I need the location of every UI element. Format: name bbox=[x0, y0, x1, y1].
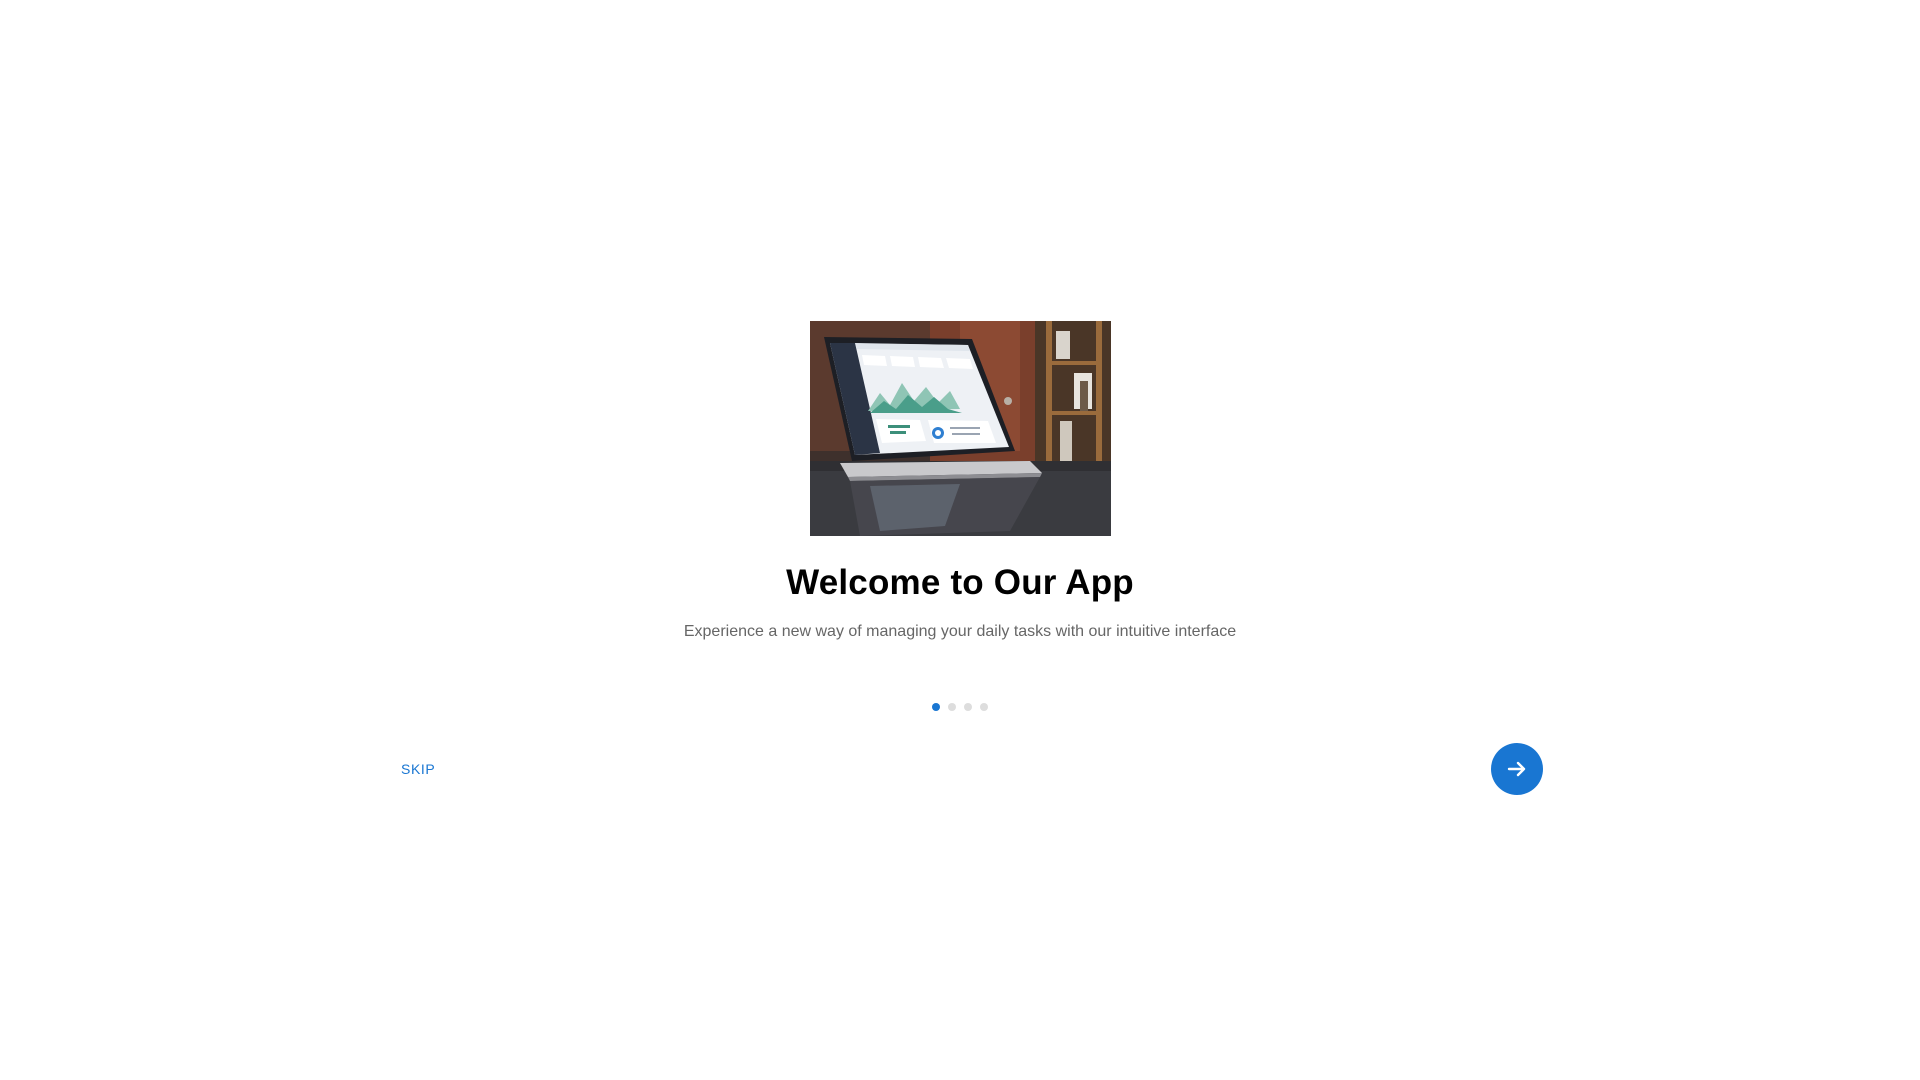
page-subtitle: Experience a new way of managing your da… bbox=[683, 623, 1237, 640]
pagination-dot-1[interactable] bbox=[932, 703, 940, 711]
pagination-dots bbox=[0, 703, 1920, 711]
pagination-dot-3[interactable] bbox=[964, 703, 972, 711]
pagination-dot-2[interactable] bbox=[948, 703, 956, 711]
onboarding-slide: Welcome to Our App Experience a new way … bbox=[0, 321, 1920, 642]
hero-image bbox=[809, 321, 1111, 536]
next-button[interactable] bbox=[1491, 743, 1543, 795]
onboarding-screen: Welcome to Our App Experience a new way … bbox=[0, 0, 1920, 1080]
skip-button[interactable]: SKIP bbox=[401, 761, 435, 777]
arrow-right-icon bbox=[1505, 757, 1529, 781]
page-title: Welcome to Our App bbox=[786, 563, 1134, 602]
pagination-dot-4[interactable] bbox=[980, 703, 988, 711]
